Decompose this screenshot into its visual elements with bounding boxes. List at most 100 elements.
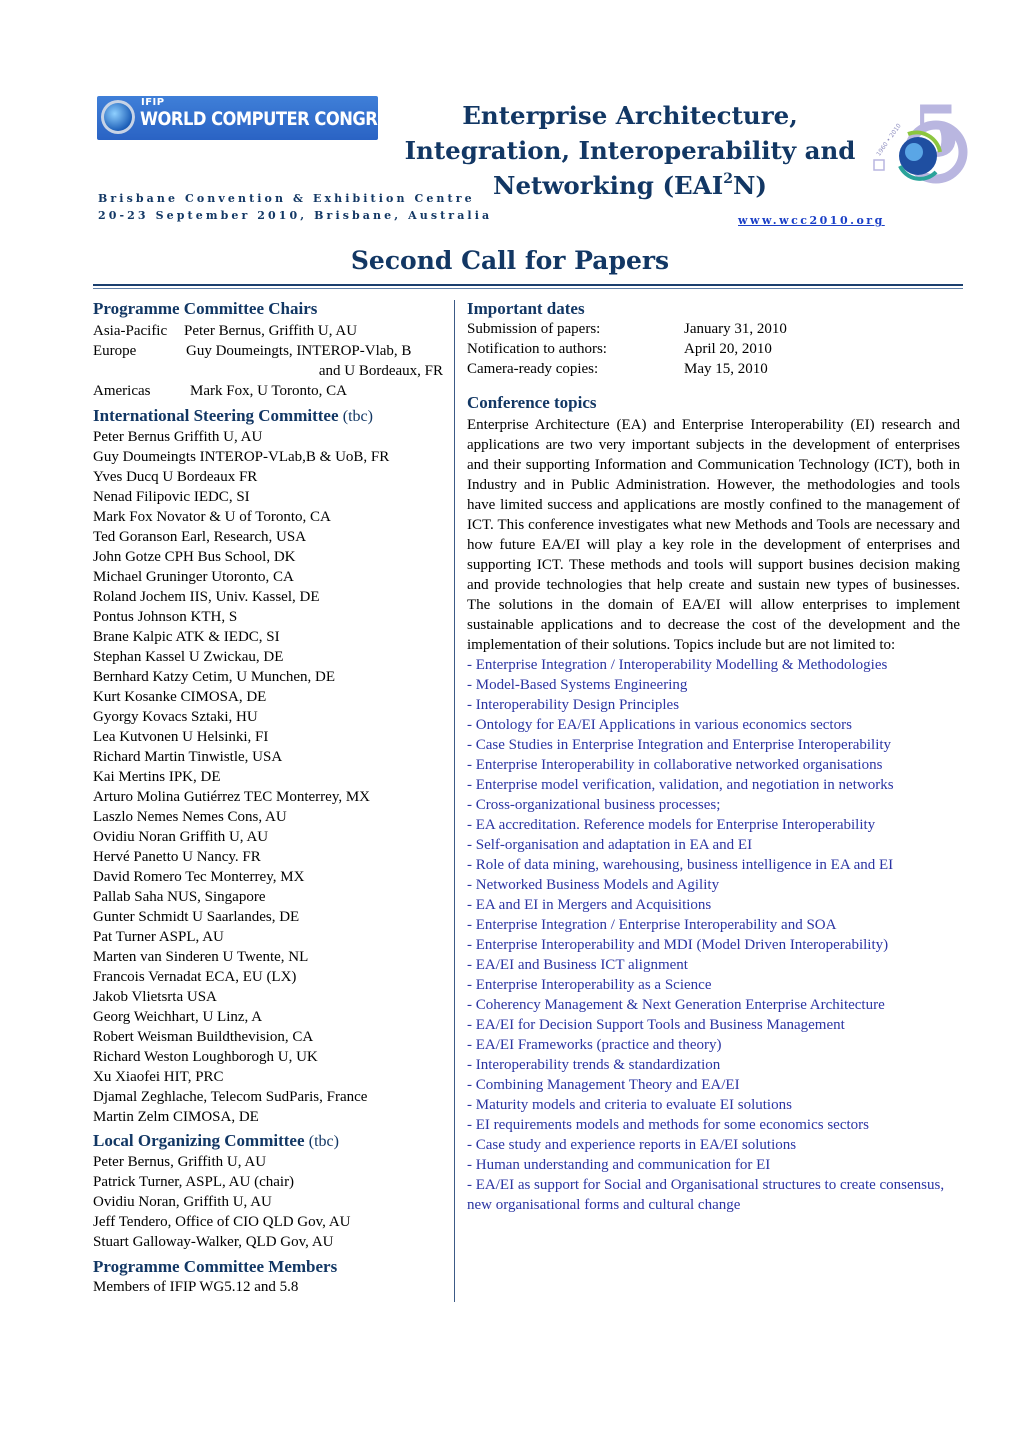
steering-member: John Gotze CPH Bus School, DK xyxy=(93,549,296,565)
chair-name: Peter Bernus, Griffith U, AU xyxy=(184,323,358,339)
local-committee-member: Ovidiu Noran, Griffith U, AU xyxy=(93,1194,272,1210)
title-line-2: Integration, Interoperability and xyxy=(404,136,856,165)
topic-item: - EA/EI for Decision Support Tools and B… xyxy=(467,1017,845,1033)
steering-member: Bernhard Katzy Cetim, U Munchen, DE xyxy=(93,669,336,685)
steering-member: Hervé Panetto U Nancy. FR xyxy=(93,849,261,865)
important-dates-heading: Important dates xyxy=(467,299,585,318)
website-link[interactable]: www.wcc2010.org xyxy=(738,214,885,227)
local-committee-member: Peter Bernus, Griffith U, AU xyxy=(93,1154,267,1170)
event-dates-location: 20-23 September 2010, Brisbane, Australi… xyxy=(98,209,493,222)
local-committee-member: Patrick Turner, ASPL, AU (chair) xyxy=(93,1174,295,1190)
date-value: April 20, 2010 xyxy=(684,341,772,357)
steering-member: Pallab Saha NUS, Singapore xyxy=(93,889,266,905)
wcc-2010-logo: IFIP WORLD COMPUTER CONGRESS 2010 xyxy=(97,96,378,140)
topics-intro-paragraph: Enterprise Architecture (EA) and Enterpr… xyxy=(467,417,960,653)
topic-item: - EA/EI and Business ICT alignment xyxy=(467,957,688,973)
chair-name: and U Bordeaux, FR xyxy=(318,363,443,379)
topic-item: - Enterprise Interoperability as a Scien… xyxy=(467,977,712,993)
topic-item: - Interoperability Design Principles xyxy=(467,697,680,713)
topic-item: - Case Studies in Enterprise Integration… xyxy=(467,737,892,753)
topic-item: - Human understanding and communication … xyxy=(467,1157,771,1173)
steering-member: Richard Weston Loughborogh U, UK xyxy=(93,1049,318,1065)
conference-topics-heading: Conference topics xyxy=(467,393,597,412)
date-label: Submission of papers: xyxy=(467,321,601,337)
svg-text:1960 • 2010: 1960 • 2010 xyxy=(875,122,903,157)
venue-name: Brisbane Convention & Exhibition Centre xyxy=(98,192,475,205)
topic-item: - Enterprise Interoperability and MDI (M… xyxy=(467,937,889,953)
steering-member: Yves Ducq U Bordeaux FR xyxy=(93,469,258,485)
topic-item: - Enterprise Integration / Interoperabil… xyxy=(467,657,888,673)
topic-item: - Role of data mining, warehousing, busi… xyxy=(467,857,894,873)
anniversary-logo-icon: 5 1960 • 2010 xyxy=(873,90,968,184)
chair-row: Europe Guy Doumeingts, INTEROP-Vlab, B xyxy=(93,341,443,361)
date-value: May 15, 2010 xyxy=(684,361,768,377)
important-dates-list: Submission of papers: January 31, 2010 N… xyxy=(467,319,960,379)
ifip-label: IFIP xyxy=(141,97,165,108)
topic-item: - Enterprise model verification, validat… xyxy=(467,777,894,793)
topic-item: - Enterprise Integration / Enterprise In… xyxy=(467,917,837,933)
topic-item: - Cross-organizational business processe… xyxy=(467,797,721,813)
topic-item: - Networked Business Models and Agility xyxy=(467,877,720,893)
topic-item: - EA/EI as support for Social and Organi… xyxy=(467,1177,945,1213)
header-divider-thin xyxy=(93,288,963,289)
topic-item: - Enterprise Interoperability in collabo… xyxy=(467,757,883,773)
steering-member: Gyorgy Kovacs Sztaki, HU xyxy=(93,709,258,725)
steering-member: Roland Jochem IIS, Univ. Kassel, DE xyxy=(93,589,320,605)
date-label: Camera-ready copies: xyxy=(467,361,599,377)
steering-member: Brane Kalpic ATK & IEDC, SI xyxy=(93,629,280,645)
steering-member: Laszlo Nemes Nemes Cons, AU xyxy=(93,809,287,825)
right-column: Important dates Submission of papers: Ja… xyxy=(467,299,960,1215)
steering-member: Djamal Zeghlache, Telecom SudParis, Fran… xyxy=(93,1089,368,1105)
topic-item: - Model-Based Systems Engineering xyxy=(467,677,688,693)
chair-region: Europe xyxy=(93,343,137,359)
steering-member: Lea Kutvonen U Helsinki, FI xyxy=(93,729,269,745)
steering-member: Kai Mertins IPK, DE xyxy=(93,769,221,785)
topic-item: - EA and EI in Mergers and Acquisitions xyxy=(467,897,712,913)
steering-member: David Romero Tec Monterrey, MX xyxy=(93,869,305,885)
topics-list: - Enterprise Integration / Interoperabil… xyxy=(467,655,960,1215)
steering-member: Stephan Kassel U Zwickau, DE xyxy=(93,649,284,665)
chair-region: Americas xyxy=(93,383,151,399)
chair-region: Asia-Pacific xyxy=(93,323,168,339)
globe-icon xyxy=(101,100,135,134)
steering-member: Georg Weichhart, U Linz, A xyxy=(93,1009,263,1025)
chair-name: Guy Doumeingts, INTEROP-Vlab, B xyxy=(186,343,412,359)
header-divider xyxy=(93,284,963,286)
steering-member: Pat Turner ASPL, AU xyxy=(93,929,224,945)
steering-member: Pontus Johnson KTH, S xyxy=(93,609,238,625)
tbc-label: (tbc) xyxy=(342,408,373,425)
topic-item: - Interoperability trends & standardizat… xyxy=(467,1057,721,1073)
steering-member: Xu Xiaofei HIT, PRC xyxy=(93,1069,224,1085)
date-value: January 31, 2010 xyxy=(684,321,787,337)
topic-item: - EA accreditation. Reference models for… xyxy=(467,817,876,833)
topic-item: - Combining Management Theory and EA/EI xyxy=(467,1077,740,1093)
chair-row: and U Bordeaux, FR xyxy=(93,361,443,381)
steering-member: Jakob Vlietsrta USA xyxy=(93,989,217,1005)
local-committee-list: Peter Bernus, Griffith U, AU Patrick Turn… xyxy=(93,1152,443,1252)
steering-member: Arturo Molina Gutiérrez TEC Monterrey, M… xyxy=(93,789,371,805)
programme-chairs-heading: Programme Committee Chairs xyxy=(93,299,318,318)
chair-name: Mark Fox, U Toronto, CA xyxy=(190,383,348,399)
steering-member: Michael Gruninger Utoronto, CA xyxy=(93,569,294,585)
ifip-50-years-logo: 5 1960 • 2010 xyxy=(870,90,970,186)
steering-committee-heading: International Steering Committee (tbc) xyxy=(93,406,373,425)
steering-member: Nenad Filipovic IEDC, SI xyxy=(93,489,250,505)
steering-member: Guy Doumeingts INTEROP-VLab,B & UoB, FR xyxy=(93,449,390,465)
steering-member: Martin Zelm CIMOSA, DE xyxy=(93,1109,259,1125)
date-row: Submission of papers: January 31, 2010 xyxy=(467,319,960,339)
topic-item: - EI requirements models and methods for… xyxy=(467,1117,869,1133)
date-row: Notification to authors: April 20, 2010 xyxy=(467,339,960,359)
steering-member: Francois Vernadat ECA, EU (LX) xyxy=(93,969,297,985)
topic-item: - Ontology for EA/EI Applications in var… xyxy=(467,717,852,733)
left-column: Programme Committee Chairs Asia-Pacific … xyxy=(93,299,443,1297)
topic-item: - Coherency Management & Next Generation… xyxy=(467,997,885,1013)
steering-member: Marten van Sinderen U Twente, NL xyxy=(93,949,309,965)
topic-item: - EA/EI Frameworks (practice and theory) xyxy=(467,1037,722,1053)
conference-title: Enterprise Architecture, Integration, In… xyxy=(380,98,880,203)
local-committee-member: Stuart Galloway-Walker, QLD Gov, AU xyxy=(93,1234,334,1250)
programme-chairs-list: Asia-Pacific Peter Bernus, Griffith U, A… xyxy=(93,321,443,401)
steering-member: Ted Goranson Earl, Research, USA xyxy=(93,529,307,545)
steering-member: Robert Weisman Buildthevision, CA xyxy=(93,1029,314,1045)
steering-member: Peter Bernus Griffith U, AU xyxy=(93,429,263,445)
steering-member: Kurt Kosanke CIMOSA, DE xyxy=(93,689,267,705)
